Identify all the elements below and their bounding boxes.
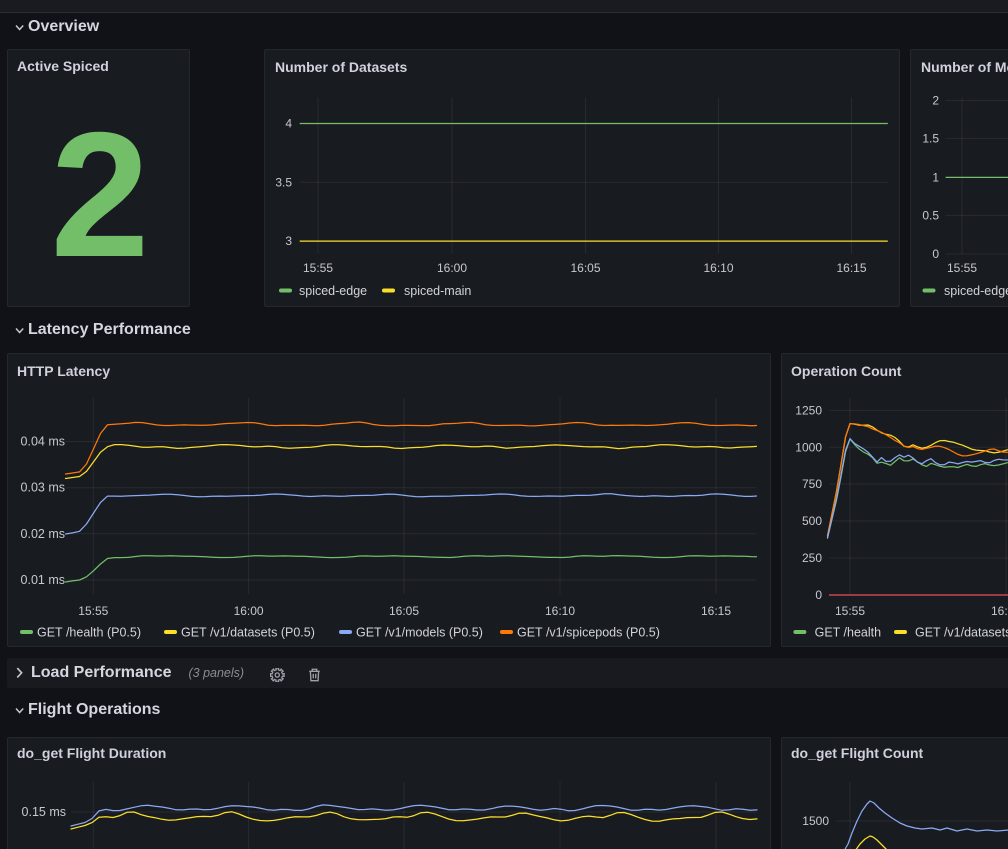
svg-text:0.15 ms: 0.15 ms xyxy=(22,805,66,819)
svg-text:750: 750 xyxy=(802,477,822,491)
svg-text:16:15: 16:15 xyxy=(701,604,731,618)
svg-text:1: 1 xyxy=(932,170,939,184)
svg-text:Number of Datasets: Number of Datasets xyxy=(275,59,407,75)
svg-text:1250: 1250 xyxy=(795,403,822,417)
svg-text:2: 2 xyxy=(932,93,939,107)
svg-text:500: 500 xyxy=(802,514,822,528)
svg-text:2: 2 xyxy=(51,95,150,294)
svg-text:0.01 ms: 0.01 ms xyxy=(21,573,65,587)
svg-text:16:10: 16:10 xyxy=(545,604,575,618)
svg-text:GET /v1/datasets: GET /v1/datasets xyxy=(915,626,1008,640)
svg-text:GET /v1/datasets (P0.5): GET /v1/datasets (P0.5) xyxy=(181,626,315,640)
svg-text:GET /v1/models (P0.5): GET /v1/models (P0.5) xyxy=(356,626,483,640)
svg-text:Active Spiced: Active Spiced xyxy=(17,58,109,74)
svg-text:Operation Count: Operation Count xyxy=(791,363,902,379)
svg-text:16:05: 16:05 xyxy=(570,261,600,275)
svg-text:16:00: 16:00 xyxy=(437,261,467,275)
svg-text:16:05: 16:05 xyxy=(389,604,419,618)
svg-text:spiced-main: spiced-main xyxy=(404,284,471,298)
svg-text:GET /health: GET /health xyxy=(815,626,882,640)
svg-text:0.03 ms: 0.03 ms xyxy=(21,481,65,495)
svg-text:1500: 1500 xyxy=(802,814,829,828)
svg-text:0.5: 0.5 xyxy=(922,208,939,222)
svg-text:16:15: 16:15 xyxy=(836,261,866,275)
svg-text:16:10: 16:10 xyxy=(703,261,733,275)
svg-text:do_get Flight Duration: do_get Flight Duration xyxy=(17,745,166,761)
svg-text:15:55: 15:55 xyxy=(303,261,333,275)
svg-text:15:55: 15:55 xyxy=(78,604,108,618)
svg-text:3.5: 3.5 xyxy=(275,175,292,189)
svg-text:do_get Flight Count: do_get Flight Count xyxy=(791,745,924,761)
svg-text:0.04 ms: 0.04 ms xyxy=(21,435,65,449)
svg-text:Number of Models: Number of Models xyxy=(921,59,1008,75)
svg-text:1000: 1000 xyxy=(795,440,822,454)
svg-text:4: 4 xyxy=(285,117,292,131)
svg-text:GET /health (P0.5): GET /health (P0.5) xyxy=(37,626,141,640)
svg-text:15:55: 15:55 xyxy=(835,604,865,618)
svg-text:16:00: 16:00 xyxy=(234,604,264,618)
svg-text:HTTP Latency: HTTP Latency xyxy=(17,363,110,379)
svg-text:15:55: 15:55 xyxy=(947,261,977,275)
svg-text:GET /v1/spicepods (P0.5): GET /v1/spicepods (P0.5) xyxy=(517,626,660,640)
svg-text:1.5: 1.5 xyxy=(922,131,939,145)
svg-text:spiced-edge: spiced-edge xyxy=(299,284,367,298)
svg-text:16:00: 16:00 xyxy=(991,604,1008,618)
svg-text:250: 250 xyxy=(802,551,822,565)
svg-text:3: 3 xyxy=(285,234,292,248)
svg-text:0.02 ms: 0.02 ms xyxy=(21,527,65,541)
svg-text:0: 0 xyxy=(932,247,939,261)
svg-text:0: 0 xyxy=(815,588,822,602)
svg-text:spiced-edge: spiced-edge xyxy=(944,284,1008,298)
